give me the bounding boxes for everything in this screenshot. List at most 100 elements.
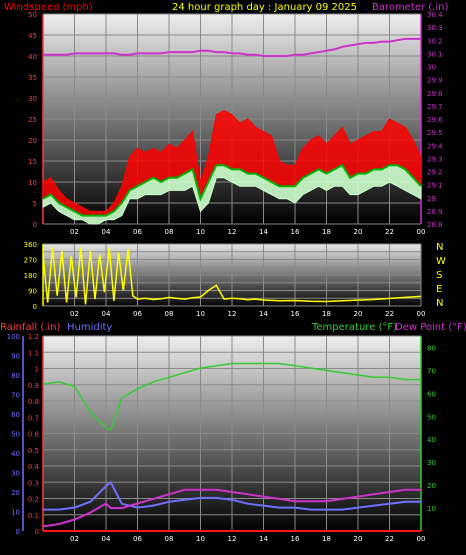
humidity-y-tick: 50 (11, 431, 20, 439)
windspeed-axis-title: Windspeed (mph) (4, 2, 93, 13)
temperature-axis-title: Temperature (°F) (311, 322, 397, 333)
temp-x-tick: 00 (417, 535, 426, 543)
baro-y-tick: 29.9 (427, 77, 443, 85)
wind-x-tick: 20 (354, 228, 363, 236)
rain-y-tick: 0.5 (28, 447, 39, 455)
rain-y-tick: 1.2 (28, 333, 39, 341)
humidity-y-tick: 30 (11, 470, 20, 478)
rain-y-tick: 1 (35, 366, 39, 374)
temp-y-tick: 70 (427, 367, 436, 375)
baro-y-tick: 29.8 (427, 90, 443, 98)
temp-x-tick: 04 (102, 535, 111, 543)
baro-y-tick: 29.7 (427, 103, 443, 111)
rain-y-tick: 0.6 (28, 431, 40, 439)
temp-x-tick: 08 (165, 535, 174, 543)
direction-y-tick: 270 (24, 257, 37, 265)
temp-y-tick: 80 (427, 344, 436, 352)
wind-y-tick: 40 (28, 53, 37, 61)
wind-y-tick: 25 (28, 116, 37, 124)
wind-y-tick: 20 (28, 137, 37, 145)
humidity-y-tick: 70 (11, 392, 20, 400)
baro-y-tick: 30.2 (427, 37, 443, 45)
wind-x-tick: 10 (196, 228, 205, 236)
wind-y-tick: 30 (28, 95, 37, 103)
rain-y-tick: 0.8 (28, 398, 39, 406)
wind-x-tick: 14 (259, 228, 268, 236)
direction-x-tick: 02 (70, 310, 79, 318)
direction-x-tick: 06 (133, 310, 142, 318)
baro-y-tick: 28.9 (427, 208, 443, 216)
humidity-y-tick: 90 (11, 353, 20, 361)
direction-y-tick: 180 (24, 272, 37, 280)
baro-y-tick: 29.5 (427, 129, 443, 137)
rain-y-tick: 0.7 (28, 414, 39, 422)
direction-x-tick: 10 (196, 310, 205, 318)
direction-y-tick: 360 (24, 241, 37, 249)
direction-x-tick: 08 (165, 310, 174, 318)
temp-y-tick: 10 (427, 505, 436, 513)
direction-x-tick: 22 (385, 310, 394, 318)
temp-x-tick: 22 (385, 535, 394, 543)
temp-x-tick: 10 (196, 535, 205, 543)
humidity-y-tick: 40 (11, 450, 20, 458)
compass-e: E (436, 284, 442, 295)
temp-y-tick: 40 (427, 436, 436, 444)
direction-x-tick: 12 (228, 310, 237, 318)
wind-y-tick: 15 (28, 158, 37, 166)
temp-y-tick: 20 (427, 482, 436, 490)
humidity-y-tick: 10 (11, 509, 20, 517)
temp-x-tick: 20 (354, 535, 363, 543)
rain-y-tick: 0 (35, 528, 39, 536)
wind-x-tick: 18 (322, 228, 331, 236)
direction-x-tick: 00 (417, 310, 426, 318)
temp-x-tick: 14 (259, 535, 268, 543)
rain-y-tick: 0.9 (28, 382, 39, 390)
rain-y-tick: 0.2 (28, 496, 39, 504)
wind-y-tick: 5 (33, 200, 37, 208)
rain-y-tick: 0.3 (28, 479, 39, 487)
direction-x-tick: 18 (322, 310, 331, 318)
direction-x-tick: 16 (291, 310, 300, 318)
rain-y-tick: 1.1 (28, 349, 39, 357)
temp-x-tick: 06 (133, 535, 142, 543)
temp-y-tick: 50 (427, 413, 436, 421)
wind-y-tick: 10 (28, 179, 37, 187)
wind-y-tick: 50 (28, 11, 37, 19)
dewpoint-axis-title: Dew Point (°F) (395, 322, 466, 333)
direction-x-tick: 20 (354, 310, 363, 318)
wind-y-tick: 0 (33, 221, 37, 229)
baro-y-tick: 29.2 (427, 169, 443, 177)
baro-y-tick: 30.1 (427, 50, 443, 58)
wind-x-tick: 08 (165, 228, 174, 236)
rain-y-tick: 0.1 (28, 512, 39, 520)
wind-x-tick: 06 (133, 228, 142, 236)
wind-x-tick: 00 (417, 228, 426, 236)
wind-x-tick: 22 (385, 228, 394, 236)
baro-y-tick: 30 (427, 64, 436, 72)
baro-y-tick: 28.8 (427, 221, 443, 229)
humidity-axis-title: Humidity (67, 322, 112, 333)
humidity-y-tick: 20 (11, 489, 20, 497)
baro-y-tick: 29.4 (427, 142, 443, 150)
temp-x-tick: 18 (322, 535, 331, 543)
baro-y-tick: 29.6 (427, 116, 443, 124)
graph-title: 24 hour graph day : January 09 2025 (172, 2, 357, 13)
temp-y-tick: 30 (427, 459, 436, 467)
compass-s: S (436, 270, 442, 281)
baro-y-tick: 29 (427, 195, 436, 203)
compass-n-top: N (436, 242, 443, 253)
wind-x-tick: 12 (228, 228, 237, 236)
compass-w: W (436, 256, 446, 267)
wind-y-tick: 35 (28, 74, 37, 82)
humidity-y-tick: 0 (16, 528, 20, 536)
wind-x-tick: 04 (102, 228, 111, 236)
rain-y-tick: 0.4 (28, 463, 40, 471)
baro-y-tick: 30.4 (427, 11, 443, 19)
temp-x-tick: 02 (70, 535, 79, 543)
humidity-y-tick: 100 (7, 333, 20, 341)
direction-y-tick: 0 (33, 303, 37, 311)
baro-y-tick: 30.3 (427, 24, 443, 32)
wind-x-tick: 16 (291, 228, 300, 236)
baro-y-tick: 29.1 (427, 182, 443, 190)
humidity-y-tick: 60 (11, 411, 20, 419)
